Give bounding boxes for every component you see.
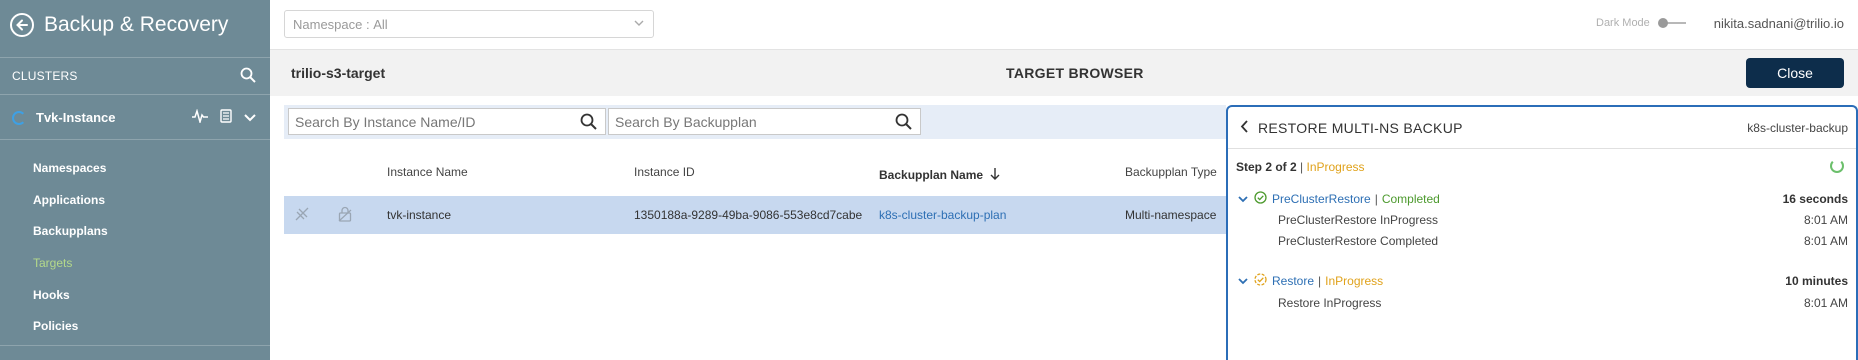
- sidebar-menu: Namespaces Applications Backupplans Targ…: [0, 152, 270, 342]
- column-instance-id[interactable]: Instance ID: [634, 165, 695, 179]
- top-bar: Namespace : All Dark Mode nikita.sadnani…: [270, 0, 1858, 50]
- activity-icon[interactable]: [192, 108, 208, 126]
- column-backupplan-type[interactable]: Backupplan Type: [1125, 165, 1217, 179]
- table-row[interactable]: tvk-instance 1350188a-9289-49ba-9086-553…: [284, 196, 1226, 234]
- sidebar: Backup & Recovery CLUSTERS Tvk-Instance …: [0, 0, 270, 360]
- namespace-value: All: [373, 16, 388, 32]
- disabled-action-icon: [294, 206, 310, 227]
- chevron-down-icon[interactable]: [1238, 192, 1248, 206]
- clusters-label: CLUSTERS: [12, 69, 78, 83]
- backupplan-search-placeholder: Search By Backupplan: [615, 113, 757, 130]
- sidebar-header: Backup & Recovery: [0, 0, 270, 50]
- cell-instance-name: tvk-instance: [387, 208, 452, 222]
- dark-mode-control: Dark Mode: [1596, 17, 1686, 29]
- restore-panel-plan: k8s-cluster-backup: [1747, 121, 1848, 135]
- sidebar-item-namespaces[interactable]: Namespaces: [0, 152, 270, 184]
- instance-status-icon: [12, 110, 26, 125]
- search-bar: Search By Instance Name/ID Search By Bac…: [284, 105, 1226, 139]
- dark-mode-toggle[interactable]: [1657, 18, 1686, 28]
- event-time: 8:01 AM: [1803, 296, 1848, 310]
- restore-section-restore[interactable]: Restore | InProgress: [1238, 273, 1383, 289]
- sidebar-item-backupplans[interactable]: Backupplans: [0, 215, 270, 247]
- in-progress-circle-icon: [1254, 273, 1267, 289]
- restore-panel: RESTORE MULTI-NS BACKUP k8s-cluster-back…: [1226, 105, 1858, 360]
- sidebar-item-targets[interactable]: Targets: [0, 247, 270, 279]
- cell-instance-id: 1350188a-9289-49ba-9086-553e8cd7cabe: [634, 208, 863, 222]
- event-text: PreClusterRestore InProgress: [1278, 213, 1439, 227]
- sidebar-item-policies[interactable]: Policies: [0, 310, 270, 342]
- sidebar-divider: [0, 345, 270, 346]
- column-instance-name[interactable]: Instance Name: [387, 165, 468, 179]
- event-text: PreClusterRestore Completed: [1278, 234, 1439, 248]
- close-button[interactable]: Close: [1746, 58, 1844, 88]
- backupplan-search-input[interactable]: Search By Backupplan: [608, 108, 921, 135]
- instance-search-placeholder: Search By Instance Name/ID: [295, 113, 476, 130]
- clusters-header: CLUSTERS: [0, 57, 270, 95]
- cell-backupplan-type: Multi-namespace: [1125, 208, 1217, 222]
- namespace-select[interactable]: Namespace : All: [284, 10, 654, 38]
- event-time: 8:01 AM: [1803, 234, 1848, 248]
- check-circle-icon: [1254, 191, 1267, 207]
- document-icon[interactable]: [220, 109, 232, 126]
- chevron-down-icon: [633, 17, 645, 32]
- column-backupplan-name[interactable]: Backupplan Name: [879, 165, 1000, 182]
- step-indicator: Step 2 of 2 | InProgress: [1236, 160, 1365, 174]
- dark-mode-label: Dark Mode: [1596, 17, 1650, 29]
- cluster-instance[interactable]: Tvk-Instance: [0, 96, 270, 140]
- instance-name: Tvk-Instance: [36, 110, 116, 125]
- back-arrow-icon[interactable]: [10, 13, 34, 37]
- sidebar-item-applications[interactable]: Applications: [0, 184, 270, 216]
- cell-backupplan-link[interactable]: k8s-cluster-backup-plan: [879, 208, 1006, 222]
- restore-section-preclusterrestore[interactable]: PreClusterRestore | Completed: [1238, 191, 1440, 207]
- app-title: Backup & Recovery: [44, 13, 229, 36]
- namespace-label: Namespace :: [293, 16, 370, 32]
- instance-search-input[interactable]: Search By Instance Name/ID: [288, 108, 606, 135]
- target-browser-header: trilio-s3-target TARGET BROWSER Close: [270, 50, 1858, 96]
- chevron-down-icon[interactable]: [244, 110, 256, 125]
- lock-icon: [338, 206, 352, 227]
- user-email[interactable]: nikita.sadnani@trilio.io: [1714, 16, 1844, 31]
- search-icon[interactable]: [580, 113, 597, 133]
- sidebar-item-hooks[interactable]: Hooks: [0, 279, 270, 311]
- chevron-down-icon[interactable]: [1238, 274, 1248, 288]
- restore-panel-title: RESTORE MULTI-NS BACKUP: [1258, 120, 1463, 136]
- search-icon[interactable]: [895, 113, 912, 133]
- search-icon[interactable]: [240, 67, 256, 86]
- page-title: TARGET BROWSER: [1006, 65, 1144, 81]
- table-header: Instance Name Instance ID Backupplan Nam…: [284, 150, 1226, 196]
- section-duration: 16 seconds: [1782, 192, 1848, 206]
- loading-spinner-icon: [1830, 159, 1844, 173]
- target-name: trilio-s3-target: [291, 65, 386, 81]
- sort-arrow-down-icon[interactable]: [990, 168, 1000, 184]
- event-time: 8:01 AM: [1803, 213, 1848, 227]
- event-text: Restore InProgress: [1278, 296, 1382, 310]
- restore-panel-header: RESTORE MULTI-NS BACKUP k8s-cluster-back…: [1228, 107, 1856, 149]
- section-duration: 10 minutes: [1785, 274, 1848, 288]
- chevron-left-icon[interactable]: [1240, 120, 1249, 138]
